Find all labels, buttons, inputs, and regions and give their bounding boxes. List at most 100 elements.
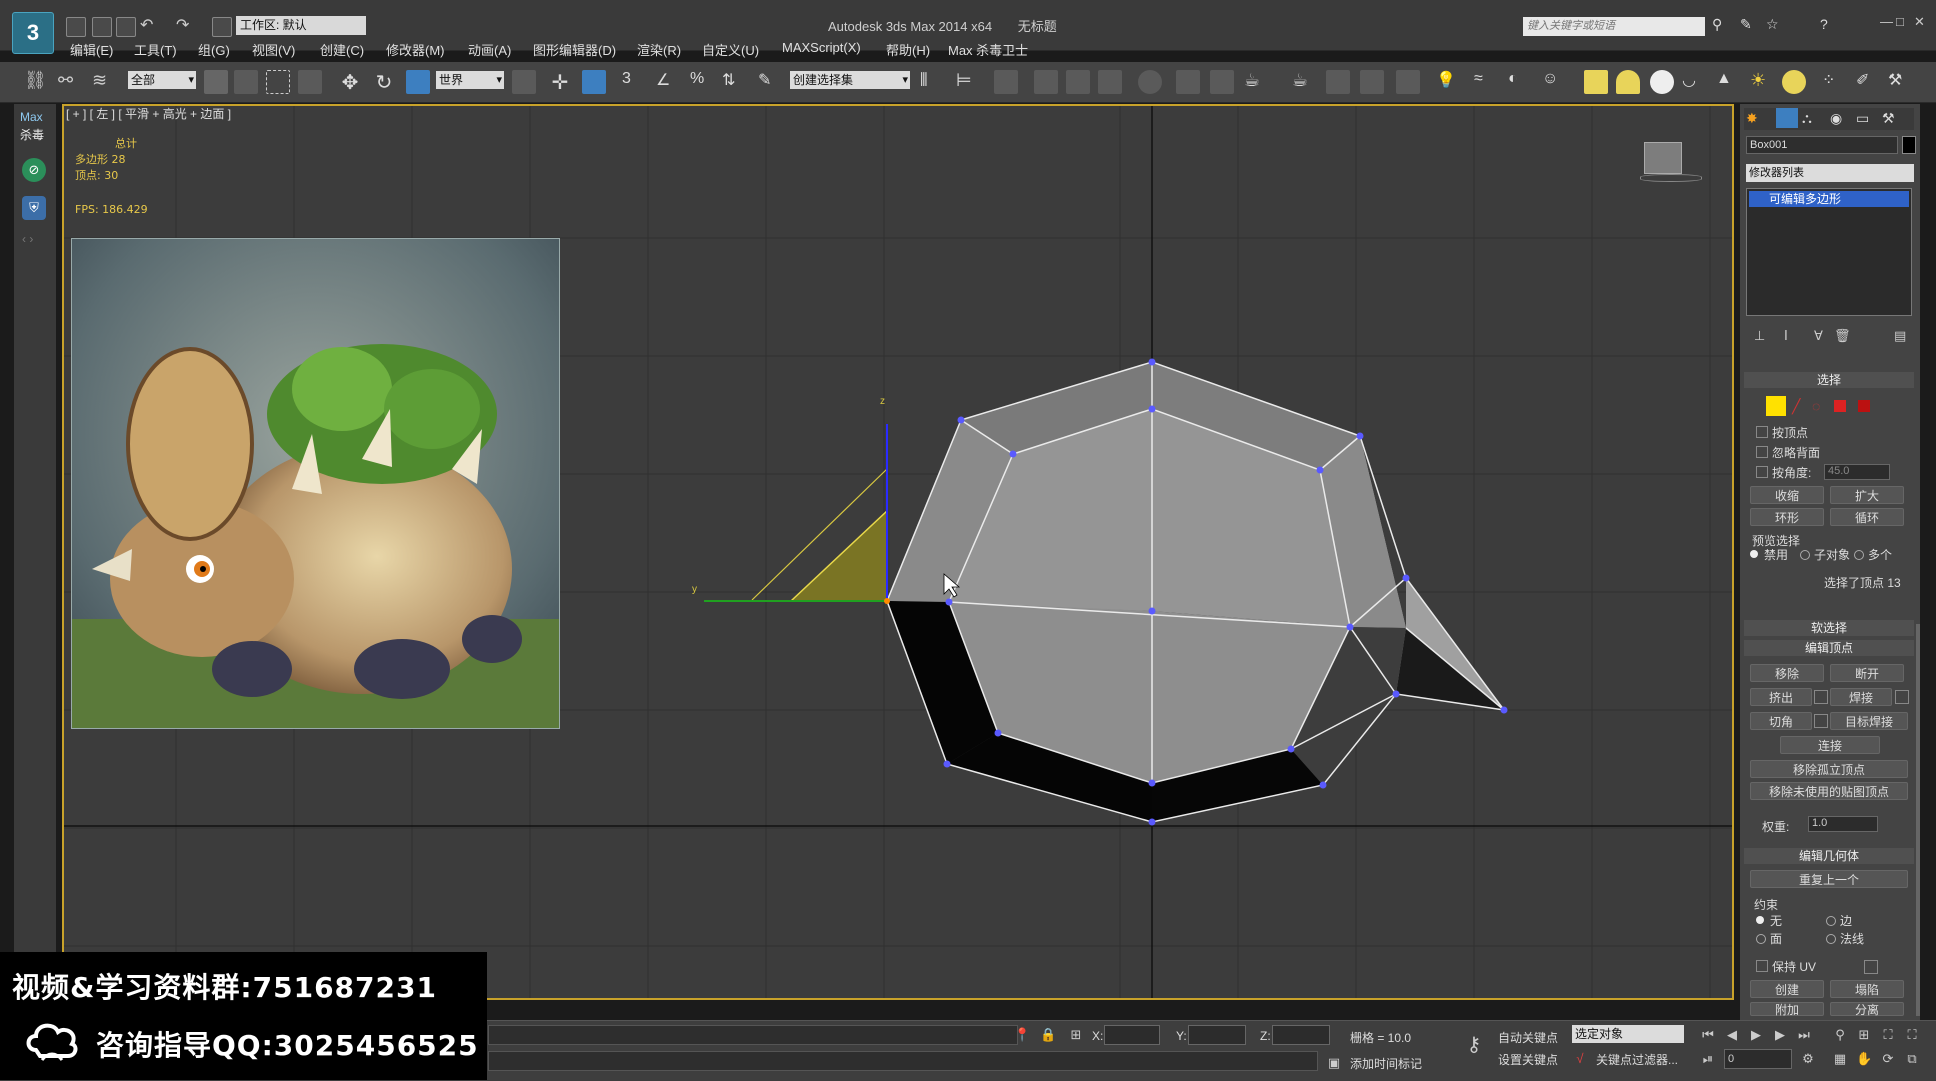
keyboard-override-icon[interactable] <box>582 70 606 94</box>
particles-icon[interactable]: ⁘ <box>1822 70 1846 94</box>
zoom-extents-all-icon[interactable]: ⛶ <box>1904 1027 1920 1043</box>
lock-icon[interactable]: 🔒 <box>1040 1027 1056 1043</box>
key-selection-dropdown[interactable]: 选定对象 <box>1572 1025 1684 1043</box>
edit-geometry-rollout-header[interactable]: 编辑几何体 <box>1744 848 1914 864</box>
edge-mode-icon[interactable]: ╱ <box>1792 398 1800 415</box>
object-color-swatch[interactable] <box>1902 136 1916 154</box>
make-unique-icon[interactable]: ∀ <box>1814 328 1823 344</box>
attach-button[interactable]: 附加 <box>1750 1002 1824 1017</box>
menu-tools[interactable]: 工具(T) <box>134 40 177 59</box>
search-input[interactable]: 键入关键字或短语 <box>1523 17 1705 36</box>
collapse-button[interactable]: 塌陷 <box>1830 980 1904 998</box>
set-key-button[interactable]: 设置关键点 <box>1498 1051 1558 1068</box>
extrude-button[interactable]: 挤出 <box>1750 688 1812 706</box>
z-coord-field[interactable] <box>1272 1025 1330 1045</box>
vertex-mode-icon[interactable] <box>1766 396 1786 416</box>
viewcube-ring-icon[interactable] <box>1640 174 1702 182</box>
spinner-snap-icon[interactable]: ⇅ <box>722 70 746 94</box>
scale-icon[interactable] <box>406 70 430 94</box>
teapot-icon[interactable]: ☕ <box>1292 70 1316 94</box>
menu-maxscript[interactable]: MAXScript(X) <box>782 40 861 55</box>
constraint-normal-radio[interactable] <box>1826 934 1836 944</box>
shield-icon[interactable]: ⛨ <box>22 196 46 220</box>
menu-group[interactable]: 组(G) <box>198 40 230 59</box>
wind-icon[interactable]: ≈ <box>1474 70 1498 94</box>
stack-item-editable-poly[interactable]: 可编辑多边形 <box>1749 191 1909 207</box>
selection-filter-dropdown[interactable]: 全部 <box>128 71 196 89</box>
restore-button[interactable]: □ <box>1896 14 1904 29</box>
rotate-icon[interactable]: ↻ <box>372 70 396 94</box>
window-crossing-icon[interactable] <box>298 70 322 94</box>
pin-icon[interactable]: 📍 <box>1014 1027 1030 1043</box>
rectangle-selection-icon[interactable] <box>266 70 290 94</box>
field-of-view-icon[interactable]: ▦ <box>1832 1051 1848 1067</box>
key-filters-button[interactable]: 关键点过滤器... <box>1596 1051 1678 1068</box>
edit-vertices-rollout-header[interactable]: 编辑顶点 <box>1744 640 1914 656</box>
absolute-mode-icon[interactable]: ⊞ <box>1068 1027 1084 1043</box>
prev-frame-icon[interactable]: ◀ <box>1724 1027 1740 1043</box>
close-button[interactable]: ✕ <box>1914 14 1925 30</box>
subobject-radio[interactable] <box>1800 550 1810 560</box>
multi-radio[interactable] <box>1854 550 1864 560</box>
link-icon[interactable]: ⛓ <box>24 70 48 94</box>
reference-coord-dropdown[interactable]: 世界 <box>436 71 504 89</box>
constraint-none-radio[interactable] <box>1756 916 1764 924</box>
utilities-tab-icon[interactable]: ⚒ <box>1882 110 1895 127</box>
schematic-view-icon[interactable] <box>1098 70 1122 94</box>
constraint-face-radio[interactable] <box>1756 934 1766 944</box>
target-weld-button[interactable]: 目标焊接 <box>1830 712 1908 730</box>
shrink-button[interactable]: 收缩 <box>1750 486 1824 504</box>
workspace-dropdown[interactable]: 工作区: 默认 <box>236 16 366 35</box>
goto-end-icon[interactable]: ⏭ <box>1796 1027 1812 1043</box>
menu-create[interactable]: 创建(C) <box>320 40 364 59</box>
people-icon[interactable]: ☺ <box>1542 70 1566 94</box>
curve-editor-icon[interactable] <box>1066 70 1090 94</box>
remove-modifier-icon[interactable]: 🗑 <box>1834 328 1851 344</box>
weld-settings-icon[interactable] <box>1895 690 1909 704</box>
layer-manager-icon[interactable] <box>994 70 1018 94</box>
next-frame-icon[interactable]: ▶ <box>1772 1027 1788 1043</box>
select-by-name-icon[interactable] <box>234 70 258 94</box>
graphite-icon[interactable] <box>1034 70 1058 94</box>
material-editor-icon[interactable] <box>1138 70 1162 94</box>
create-button[interactable]: 创建 <box>1750 980 1824 998</box>
pin-stack-icon[interactable]: ⊥ <box>1754 328 1765 344</box>
key-mode-toggle-icon[interactable]: ⏯ <box>1700 1051 1716 1067</box>
break-button[interactable]: 断开 <box>1830 664 1904 682</box>
selection-rollout-header[interactable]: 选择 <box>1744 372 1914 388</box>
scan-icon[interactable]: ⊘ <box>22 158 46 182</box>
unlink-icon[interactable]: ⚯ <box>58 70 82 94</box>
remove-isolated-vertices-button[interactable]: 移除孤立顶点 <box>1750 760 1908 778</box>
configure-sets-icon[interactable]: ▤ <box>1894 328 1906 344</box>
sphere-icon[interactable] <box>1650 70 1674 94</box>
extrude-settings-icon[interactable] <box>1814 690 1828 704</box>
object-name-field[interactable]: Box001 <box>1746 136 1898 154</box>
pivot-center-icon[interactable] <box>512 70 536 94</box>
new-file-icon[interactable] <box>66 17 86 37</box>
star-icon[interactable]: ☆ <box>1766 16 1779 33</box>
constraint-edge-radio[interactable] <box>1826 916 1836 926</box>
plane-primitive-icon[interactable] <box>1584 70 1608 94</box>
project-folder-icon[interactable] <box>212 17 232 37</box>
border-mode-icon[interactable]: ◌ <box>1812 398 1820 414</box>
named-selection-sets-dropdown[interactable]: 创建选择集 <box>790 71 910 89</box>
time-config-icon[interactable]: ⚙ <box>1800 1051 1816 1067</box>
select-object-icon[interactable] <box>204 70 228 94</box>
zoom-icon[interactable]: ⚲ <box>1832 1027 1848 1043</box>
undo-icon[interactable]: ↶ <box>140 15 153 35</box>
align-icon[interactable]: ⊨ <box>956 70 980 94</box>
orbit-icon[interactable]: ⟳ <box>1880 1051 1896 1067</box>
hemisphere-icon[interactable] <box>1616 70 1640 94</box>
menu-customize[interactable]: 自定义(U) <box>702 40 759 59</box>
help-icon[interactable]: ? <box>1820 16 1828 32</box>
angle-snap-icon[interactable]: ∠ <box>656 70 680 94</box>
disabled-radio[interactable] <box>1750 550 1758 558</box>
connect-button[interactable]: 连接 <box>1780 736 1880 754</box>
grow-button[interactable]: 扩大 <box>1830 486 1904 504</box>
edit-named-sel-icon[interactable]: ✎ <box>758 70 782 94</box>
collapse-arrows-icon[interactable]: ‹ › <box>22 232 33 246</box>
modify-tab-icon[interactable] <box>1776 108 1798 128</box>
help-tools-icon[interactable]: ✎ <box>1740 16 1752 33</box>
create-tab-icon[interactable]: ✸ <box>1746 110 1758 127</box>
y-coord-field[interactable] <box>1188 1025 1246 1045</box>
